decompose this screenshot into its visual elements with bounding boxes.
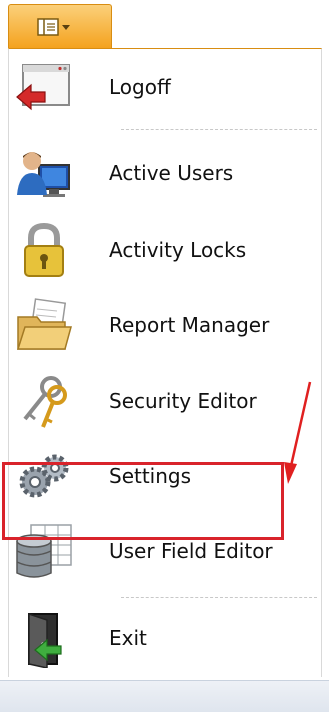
padlock-icon xyxy=(24,222,64,277)
exit-door-icon xyxy=(28,612,62,668)
separator xyxy=(121,129,317,130)
top-bar xyxy=(0,0,329,50)
menu-item-label: Logoff xyxy=(109,75,171,99)
menu-item-logoff[interactable]: Logoff xyxy=(9,51,321,123)
application-menu-button[interactable] xyxy=(8,4,112,48)
highlight-box xyxy=(2,462,284,540)
menu-item-active-users[interactable]: Active Users xyxy=(9,137,321,209)
application-menu: Logoff Active Users Activity Locks Repor… xyxy=(8,48,322,677)
menu-item-exit[interactable]: Exit xyxy=(9,602,321,674)
active-users-icon xyxy=(17,152,70,197)
menu-item-label: Exit xyxy=(109,626,147,650)
menu-item-report-manager[interactable]: Report Manager xyxy=(9,289,321,361)
keys-icon xyxy=(23,376,67,428)
menu-item-label: Report Manager xyxy=(109,313,270,337)
menu-item-label: Active Users xyxy=(109,161,234,185)
folder-icon xyxy=(16,298,72,350)
menu-panel-icon xyxy=(37,18,70,36)
bottom-bar xyxy=(0,680,329,712)
menu-item-label: Security Editor xyxy=(109,389,257,413)
menu-item-label: Activity Locks xyxy=(109,238,247,262)
logoff-icon xyxy=(16,64,70,111)
menu-item-label: User Field Editor xyxy=(109,539,273,563)
menu-item-security-editor[interactable]: Security Editor xyxy=(9,365,321,437)
separator xyxy=(121,597,317,598)
menu-item-activity-locks[interactable]: Activity Locks xyxy=(9,214,321,286)
